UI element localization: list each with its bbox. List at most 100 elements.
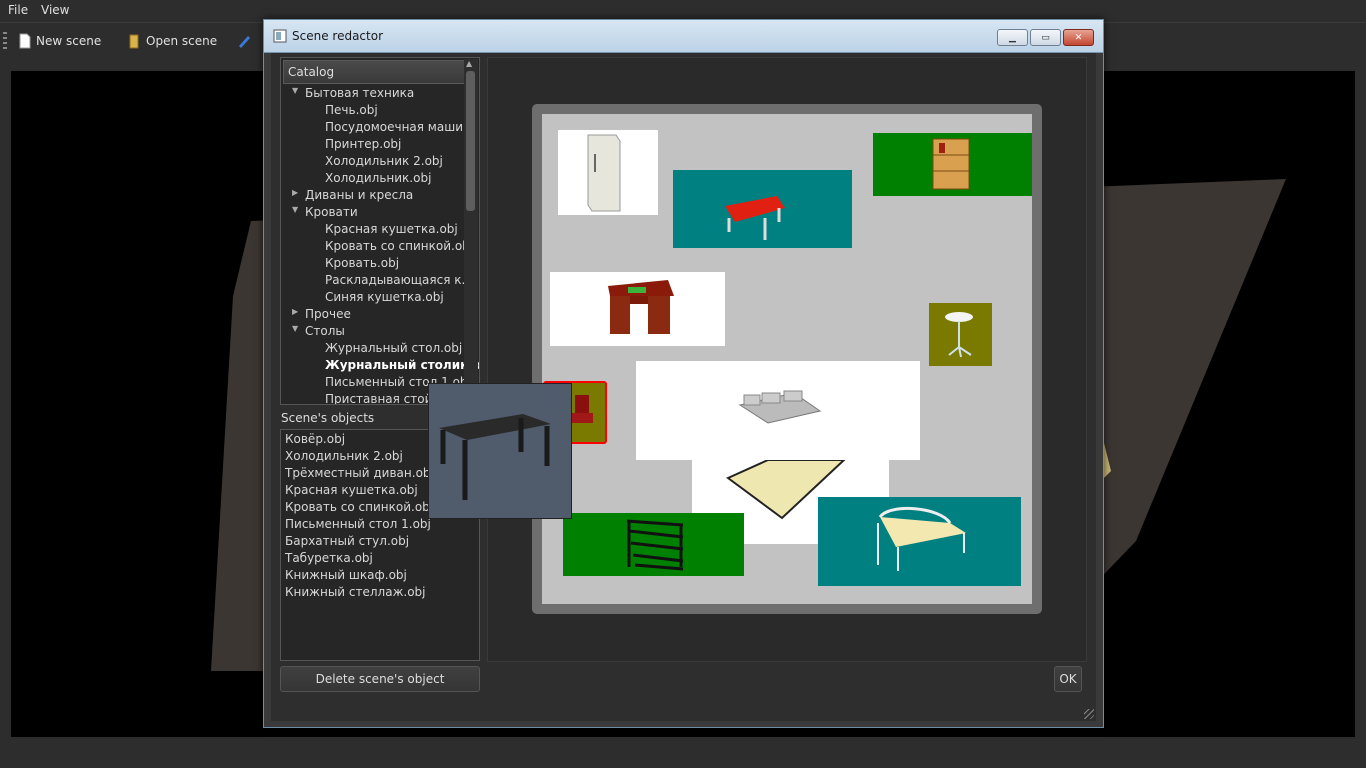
catalog-scroll-thumb[interactable]	[466, 71, 475, 211]
catalog-item[interactable]: Кровать со спинкой.obj	[325, 239, 473, 256]
catalog-item[interactable]: Кровать.obj	[325, 256, 399, 273]
catalog-tree[interactable]: Catalog ▼ Бытовая техника Печь.obj Посудомо…	[280, 57, 480, 405]
new-file-icon	[19, 33, 31, 49]
ok-button[interactable]: OK	[1054, 666, 1082, 692]
scene-object-item[interactable]: Бархатный стул.obj	[285, 534, 409, 551]
catalog-item-label: Кровать со спинкой.obj	[325, 239, 474, 253]
catalog-item-label: Журнальный столик.obj	[325, 358, 480, 372]
catalog-item-label: Раскладывающаяся к...	[325, 273, 473, 287]
catalog-item[interactable]: Печь.obj	[325, 103, 378, 120]
close-button[interactable]: ✕	[1063, 29, 1094, 46]
toolbar-grip[interactable]	[3, 32, 7, 50]
scene-object-item[interactable]: Письменный стол 1.obj	[285, 517, 431, 534]
scene-object-item[interactable]: Холодильник 2.obj	[285, 449, 403, 466]
stool-icon	[945, 312, 973, 358]
catalog-item-label: Столы	[305, 324, 345, 338]
scene-object-item[interactable]: Книжный стеллаж.obj	[285, 585, 426, 602]
object-fridge[interactable]	[558, 130, 658, 215]
object-bed[interactable]	[818, 497, 1021, 586]
expand-down-icon[interactable]: ▼	[292, 205, 298, 214]
dialog-title-bar[interactable]: Scene redactor ▁ ▭ ✕	[264, 20, 1103, 53]
scene-object-item[interactable]: Кровать со спинкой.obj	[285, 500, 433, 517]
maximize-button[interactable]: ▭	[1030, 29, 1061, 46]
catalog-item[interactable]: Холодильник.obj	[325, 171, 431, 188]
scene-object-item[interactable]: Ковёр.obj	[285, 432, 345, 449]
catalog-category[interactable]: ▼ Бытовая техника	[292, 86, 415, 103]
scene-object-item[interactable]: Трёхместный диван.obj	[285, 466, 434, 483]
table-preview-icon	[439, 414, 551, 500]
minimize-icon: ▁	[1009, 32, 1016, 43]
object-bookshelf[interactable]	[873, 133, 1032, 196]
catalog-header[interactable]: Catalog	[283, 60, 465, 84]
catalog-item[interactable]: Раскладывающаяся к...	[325, 273, 473, 290]
room-floor[interactable]	[542, 114, 1032, 604]
catalog-item-label: Холодильник 2.obj	[325, 154, 443, 168]
catalog-item-label: Посудомоечная маши...	[325, 120, 475, 134]
catalog-item-label: Красная кушетка.obj	[325, 222, 458, 236]
menu-view[interactable]: View	[41, 3, 69, 17]
catalog-item-label: Журнальный стол.obj	[325, 341, 463, 355]
catalog-item[interactable]: Журнальный стол.obj	[325, 341, 462, 358]
new-scene-button[interactable]: New scene	[18, 28, 118, 54]
object-red-couch[interactable]	[673, 170, 852, 248]
open-scene-label: Open scene	[146, 34, 218, 48]
edit-scene-button[interactable]	[236, 28, 260, 54]
book-rack-icon	[626, 519, 684, 571]
object-three-seat-sofa[interactable]	[636, 361, 920, 460]
catalog-item-label: Бытовая техника	[305, 86, 415, 100]
expand-right-icon[interactable]: ▶	[292, 188, 298, 197]
catalog-item[interactable]: Синяя кушетка.obj	[325, 290, 444, 307]
open-folder-icon	[129, 34, 139, 49]
catalog-item-label: Кровати	[305, 205, 358, 219]
open-scene-button[interactable]: Open scene	[128, 28, 228, 54]
catalog-item-label: Диваны и кресла	[305, 188, 414, 202]
catalog-category[interactable]: ▶ Прочее	[292, 307, 351, 324]
red-couch-icon	[725, 196, 785, 240]
catalog-category[interactable]: ▶ Диваны и кресла	[292, 188, 414, 205]
scene-object-item[interactable]: Красная кушетка.obj	[285, 483, 418, 500]
room-frame	[532, 104, 1042, 614]
minimize-button[interactable]: ▁	[997, 29, 1028, 46]
object-stool[interactable]	[929, 303, 992, 366]
pencil-icon	[239, 36, 250, 48]
dialog-title: Scene redactor	[292, 29, 384, 43]
bed-icon	[877, 506, 966, 571]
catalog-item-label: Принтер.obj	[325, 137, 402, 151]
object-book-rack[interactable]	[563, 513, 744, 576]
catalog-item-label: Печь.obj	[325, 103, 378, 117]
dialog-body: Catalog ▼ Бытовая техника Печь.obj Посудомо…	[271, 53, 1096, 721]
resize-grip[interactable]	[1084, 709, 1094, 719]
scene-objects-label: Scene's objects	[281, 411, 375, 425]
expand-down-icon[interactable]: ▼	[292, 86, 298, 95]
catalog-item[interactable]: Журнальный столик.obj	[325, 358, 480, 375]
menu-file[interactable]: File	[8, 3, 28, 17]
catalog-item[interactable]: Красная кушетка.obj	[325, 222, 458, 239]
sofa-icon	[738, 390, 822, 424]
catalog-item[interactable]: Принтер.obj	[325, 137, 401, 154]
catalog-item-label: Прочее	[305, 307, 351, 321]
scene-redactor-dialog: Scene redactor ▁ ▭ ✕ Catalog ▼ Бытовая те…	[263, 19, 1104, 728]
desk-icon	[608, 280, 674, 334]
catalog-item-label: Синяя кушетка.obj	[325, 290, 444, 304]
scene-editor-canvas[interactable]	[487, 57, 1087, 662]
catalog-item[interactable]: Посудомоечная маши...	[325, 120, 474, 137]
bookshelf-icon	[932, 138, 970, 190]
scene-object-item[interactable]: Табуретка.obj	[285, 551, 373, 568]
object-desk[interactable]	[550, 272, 725, 346]
fridge-icon	[587, 134, 621, 212]
scroll-up-icon[interactable]: ▲	[466, 59, 472, 68]
expand-right-icon[interactable]: ▶	[292, 307, 298, 316]
new-scene-label: New scene	[36, 34, 102, 48]
catalog-item[interactable]: Холодильник 2.obj	[325, 154, 443, 171]
maximize-icon: ▭	[1041, 32, 1050, 43]
scene-object-item[interactable]: Книжный шкаф.obj	[285, 568, 407, 585]
expand-down-icon[interactable]: ▼	[292, 324, 298, 333]
close-icon: ✕	[1074, 32, 1083, 43]
catalog-scrollbar[interactable]: ▲	[464, 59, 478, 403]
delete-scene-object-button[interactable]: Delete scene's object	[280, 666, 480, 692]
object-preview-tooltip	[428, 383, 572, 519]
catalog-category[interactable]: ▼ Столы	[292, 324, 345, 341]
catalog-category[interactable]: ▼ Кровати	[292, 205, 358, 222]
catalog-header-label: Catalog	[288, 65, 335, 79]
window-icon	[273, 29, 287, 43]
